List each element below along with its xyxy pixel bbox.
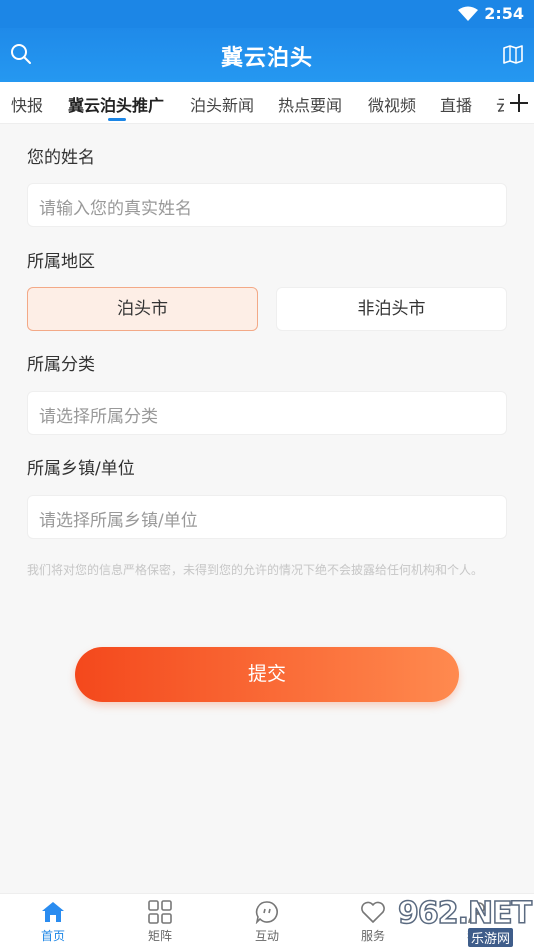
town-label: 所属乡镇/单位: [27, 459, 135, 479]
chat-icon: [255, 901, 278, 924]
tab-local-news[interactable]: 泊头新闻: [190, 92, 254, 116]
category-label: 所属分类: [27, 355, 95, 375]
submit-button[interactable]: 提交: [75, 647, 459, 702]
add-channel-icon[interactable]: [504, 82, 534, 123]
wifi-icon: [458, 6, 478, 26]
nav-home[interactable]: 首页: [18, 900, 88, 944]
watermark-brand: 962.NET: [397, 895, 533, 932]
category-select[interactable]: 请选择所属分类: [27, 391, 507, 435]
site-watermark: 962.NET 乐游网: [397, 895, 533, 948]
app-bar: 冀云泊头: [0, 28, 534, 82]
nav-interact[interactable]: 互动: [232, 900, 302, 944]
heart-icon: [361, 901, 385, 923]
status-bar: 2:54: [0, 0, 534, 28]
town-select[interactable]: 请选择所属乡镇/单位: [27, 495, 507, 539]
tab-kuaibao[interactable]: 快报: [11, 92, 43, 116]
name-input[interactable]: 请输入您的真实姓名: [27, 183, 507, 227]
nav-service-label: 服务: [360, 929, 385, 943]
map-icon[interactable]: [502, 43, 524, 69]
channel-tabs: 快报 冀云泊头推广 泊头新闻 热点要闻 微视频 直播 云: [0, 82, 534, 124]
tab-indicator: [108, 118, 126, 121]
region-option-botou[interactable]: 泊头市: [27, 287, 258, 331]
region-option-non-botou[interactable]: 非泊头市: [276, 287, 507, 331]
tab-promotion[interactable]: 冀云泊头推广: [68, 92, 164, 116]
nav-interact-label: 互动: [254, 929, 279, 943]
privacy-notice: 我们将对您的信息严格保密，未得到您的允许的情况下绝不会披露给任何机构和个人。: [27, 563, 484, 577]
nav-matrix[interactable]: 矩阵: [125, 900, 195, 944]
region-label: 所属地区: [27, 252, 95, 272]
home-icon: [42, 902, 64, 922]
tab-live[interactable]: 直播: [440, 92, 472, 116]
app-title: 冀云泊头: [220, 46, 313, 71]
tab-hot-news[interactable]: 热点要闻: [278, 92, 342, 116]
tab-micro-video[interactable]: 微视频: [368, 92, 416, 116]
watermark-site: 乐游网: [468, 928, 514, 947]
nav-matrix-label: 矩阵: [147, 929, 172, 943]
status-time: 2:54: [484, 4, 524, 23]
grid-icon: [148, 900, 172, 924]
nav-home-label: 首页: [40, 929, 65, 943]
name-label: 您的姓名: [27, 148, 95, 168]
